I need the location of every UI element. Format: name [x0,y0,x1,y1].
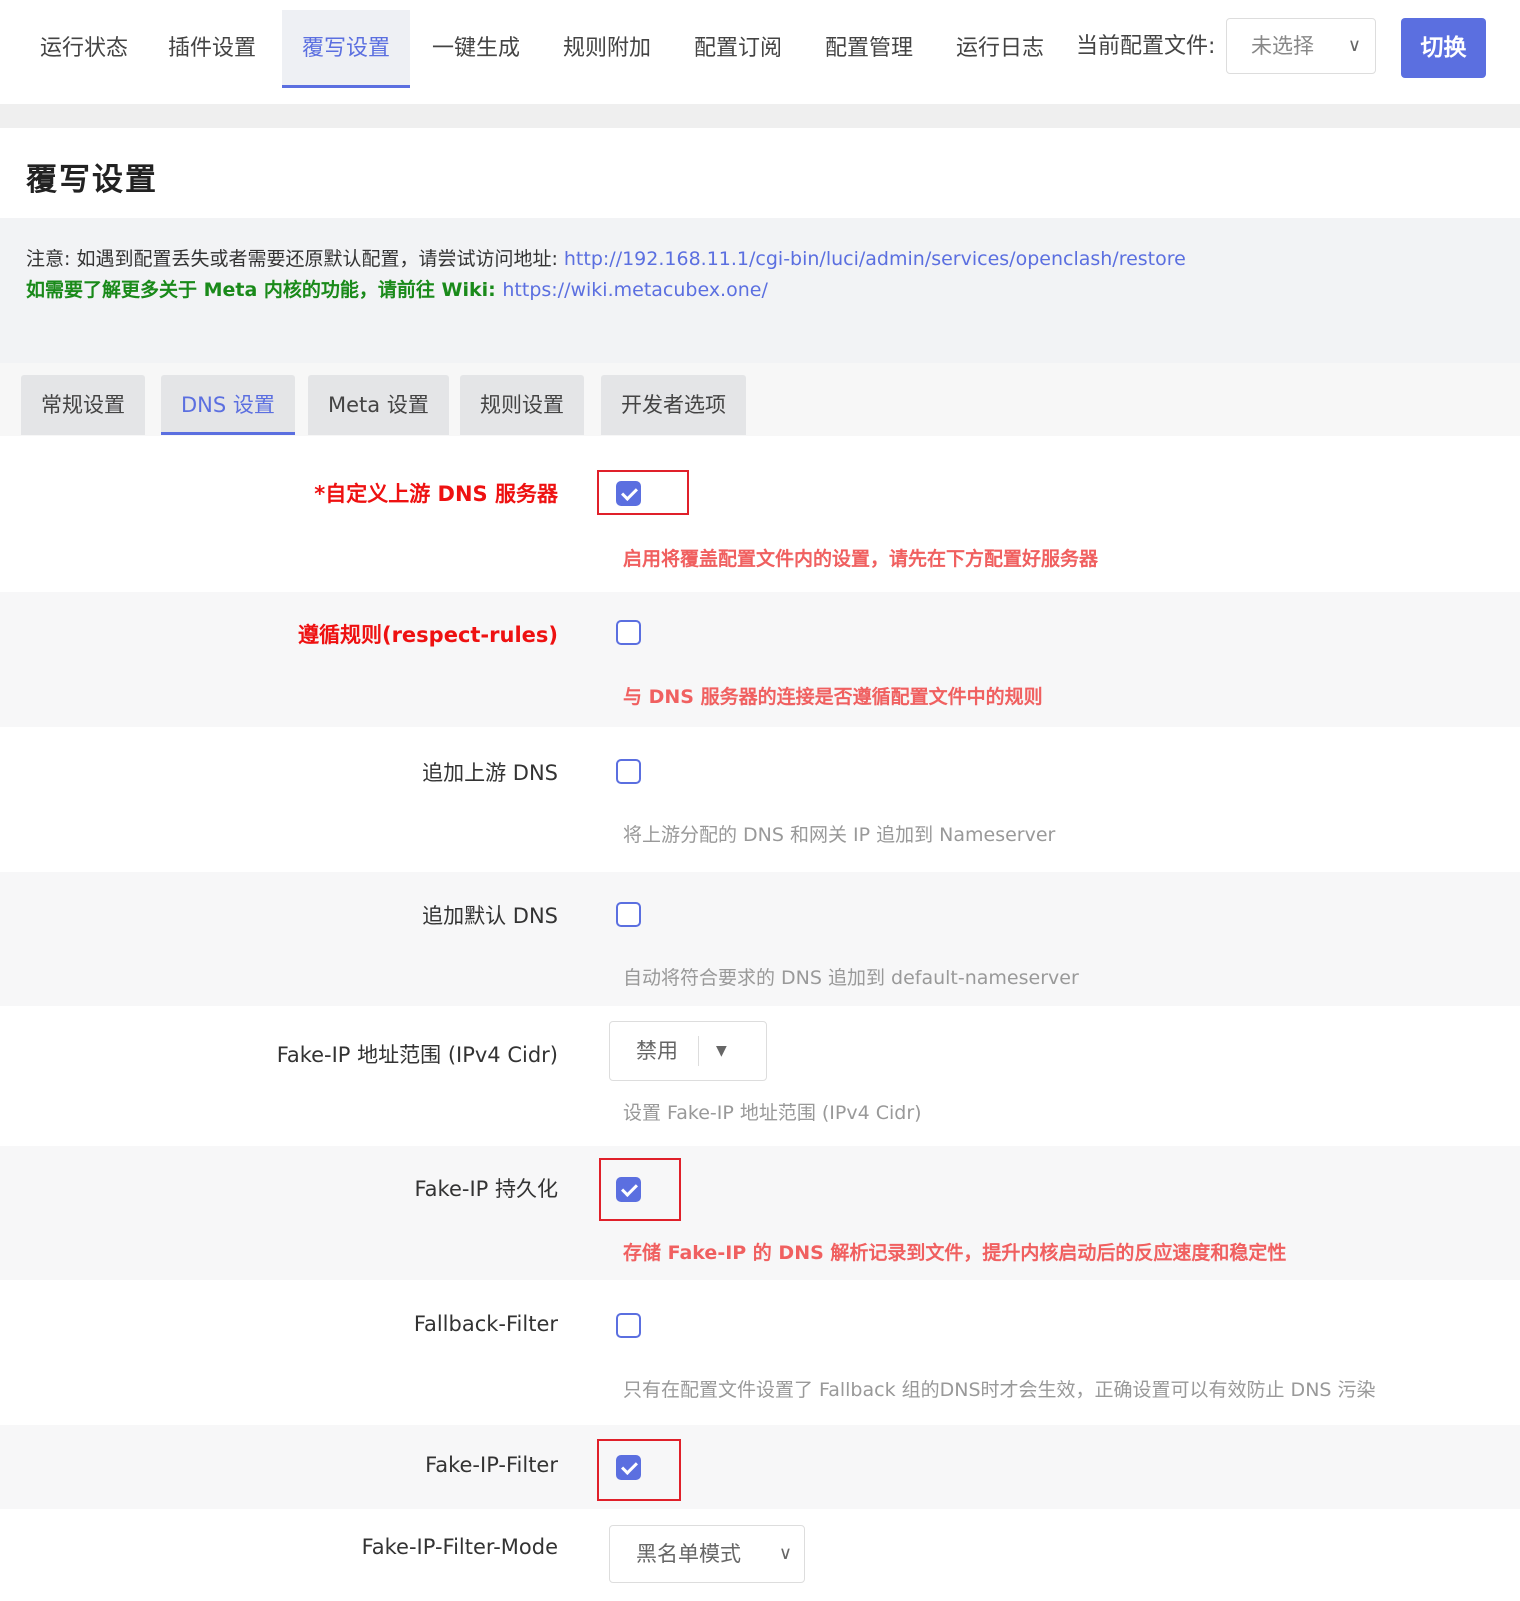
fakeip-filter-mode-value: 黑名单模式 [636,1542,741,1566]
fallback-filter-desc: 只有在配置文件设置了 Fallback 组的DNS时才会生效，正确设置可以有效防… [623,1379,1376,1401]
fakeip-filter-checkbox[interactable] [616,1455,641,1480]
row-fakeip-persist: Fake-IP 持久化 存储 Fake-IP 的 DNS 解析记录到文件，提升内… [0,1146,1520,1280]
top-nav: 运行状态 插件设置 覆写设置 一键生成 规则附加 配置订阅 配置管理 运行日志 … [0,0,1520,104]
append-default-dns-desc: 自动将符合要求的 DNS 追加到 default-nameserver [623,967,1079,989]
append-upstream-dns-label: 追加上游 DNS [422,761,558,785]
fakeip-filter-mode-select[interactable]: 黑名单模式 ∨ [609,1525,805,1583]
nav-item-status[interactable]: 运行状态 [20,10,148,88]
fakeip-persist-checkbox[interactable] [616,1177,641,1202]
notice-wiki-text: 如需要了解更多关于 Meta 内核的功能，请前往 Wiki: [26,279,503,301]
row-append-upstream-dns: 追加上游 DNS 将上游分配的 DNS 和网关 IP 追加到 Nameserve… [0,727,1520,872]
notice-box: 注意: 如遇到配置丢失或者需要还原默认配置，请尝试访问地址: http://19… [0,218,1520,363]
profile-select[interactable]: 未选择 ∨ [1226,18,1376,74]
wiki-link[interactable]: https://wiki.metacubex.one/ [502,279,767,301]
fakeip-range-desc: 设置 Fake-IP 地址范围 (IPv4 Cidr) [623,1102,922,1124]
nav-item-run-log[interactable]: 运行日志 [936,10,1064,88]
nav-item-plugin-settings[interactable]: 插件设置 [148,10,276,88]
row-fakeip-range: Fake-IP 地址范围 (IPv4 Cidr) 禁用 ▼ 设置 Fake-IP… [0,1006,1520,1146]
switch-button[interactable]: 切换 [1401,18,1486,78]
respect-rules-desc: 与 DNS 服务器的连接是否遵循配置文件中的规则 [623,686,1043,708]
custom-upstream-dns-checkbox[interactable] [616,481,641,506]
tab-dns[interactable]: DNS 设置 [161,375,295,435]
respect-rules-label: 遵循规则(respect-rules) [297,623,558,647]
nav-item-override-settings[interactable]: 覆写设置 [282,10,411,88]
row-respect-rules: 遵循规则(respect-rules) 与 DNS 服务器的连接是否遵循配置文件… [0,592,1520,727]
tab-general[interactable]: 常规设置 [21,375,145,435]
chevron-down-icon: ∨ [1347,35,1361,56]
respect-rules-checkbox[interactable] [616,620,641,645]
highlight-box [597,470,689,515]
notice-restore-text: 注意: 如遇到配置丢失或者需要还原默认配置，请尝试访问地址: [26,248,564,270]
fakeip-range-label: Fake-IP 地址范围 (IPv4 Cidr) [276,1043,558,1067]
append-upstream-dns-checkbox[interactable] [616,759,641,784]
sub-tabs: 常规设置 DNS 设置 Meta 设置 规则设置 开发者选项 [0,363,1520,436]
row-fakeip-filter: Fake-IP-Filter [0,1425,1520,1509]
nav-item-config-manage[interactable]: 配置管理 [805,10,933,88]
row-custom-upstream-dns: *自定义上游 DNS 服务器 启用将覆盖配置文件内的设置，请先在下方配置好服务器 [0,436,1520,592]
restore-link[interactable]: http://192.168.11.1/cgi-bin/luci/admin/s… [564,248,1186,270]
chevron-down-icon: ∨ [778,1543,792,1564]
nav-item-config-subscribe[interactable]: 配置订阅 [674,10,802,88]
tab-rules[interactable]: 规则设置 [460,375,584,435]
fallback-filter-label: Fallback-Filter [413,1312,558,1336]
title-section: 覆写设置 [0,128,1520,218]
nav-item-one-click-generate[interactable]: 一键生成 [412,10,540,88]
nav-item-rule-append[interactable]: 规则附加 [543,10,671,88]
append-upstream-dns-desc: 将上游分配的 DNS 和网关 IP 追加到 Nameserver [623,824,1056,846]
fakeip-range-select[interactable]: 禁用 ▼ [609,1021,767,1081]
row-fallback-filter: Fallback-Filter 只有在配置文件设置了 Fallback 组的DN… [0,1280,1520,1425]
tab-meta[interactable]: Meta 设置 [308,375,449,435]
notice-restore: 注意: 如遇到配置丢失或者需要还原默认配置，请尝试访问地址: http://19… [26,244,1186,271]
profile-select-value: 未选择 [1251,34,1314,58]
profile-label: 当前配置文件: [1076,34,1216,59]
select-separator [698,1036,699,1066]
fakeip-persist-desc: 存储 Fake-IP 的 DNS 解析记录到文件，提升内核启动后的反应速度和稳定… [623,1242,1287,1264]
custom-upstream-dns-label: *自定义上游 DNS 服务器 [314,482,558,506]
notice-wiki: 如需要了解更多关于 Meta 内核的功能，请前往 Wiki: https://w… [26,275,768,302]
fakeip-range-value: 禁用 [636,1039,678,1063]
tab-developer[interactable]: 开发者选项 [601,375,746,435]
row-fakeip-filter-mode: Fake-IP-Filter-Mode 黑名单模式 ∨ [0,1509,1520,1601]
append-default-dns-checkbox[interactable] [616,902,641,927]
custom-upstream-dns-desc: 启用将覆盖配置文件内的设置，请先在下方配置好服务器 [623,548,1099,570]
fakeip-persist-label: Fake-IP 持久化 [414,1177,558,1201]
page-title: 覆写设置 [26,162,158,198]
nav-divider [0,104,1520,128]
append-default-dns-label: 追加默认 DNS [422,904,558,928]
fakeip-filter-mode-label: Fake-IP-Filter-Mode [361,1535,558,1559]
row-append-default-dns: 追加默认 DNS 自动将符合要求的 DNS 追加到 default-namese… [0,872,1520,1006]
fakeip-filter-label: Fake-IP-Filter [425,1453,558,1477]
caret-down-icon: ▼ [716,1043,727,1059]
fallback-filter-checkbox[interactable] [616,1313,641,1338]
